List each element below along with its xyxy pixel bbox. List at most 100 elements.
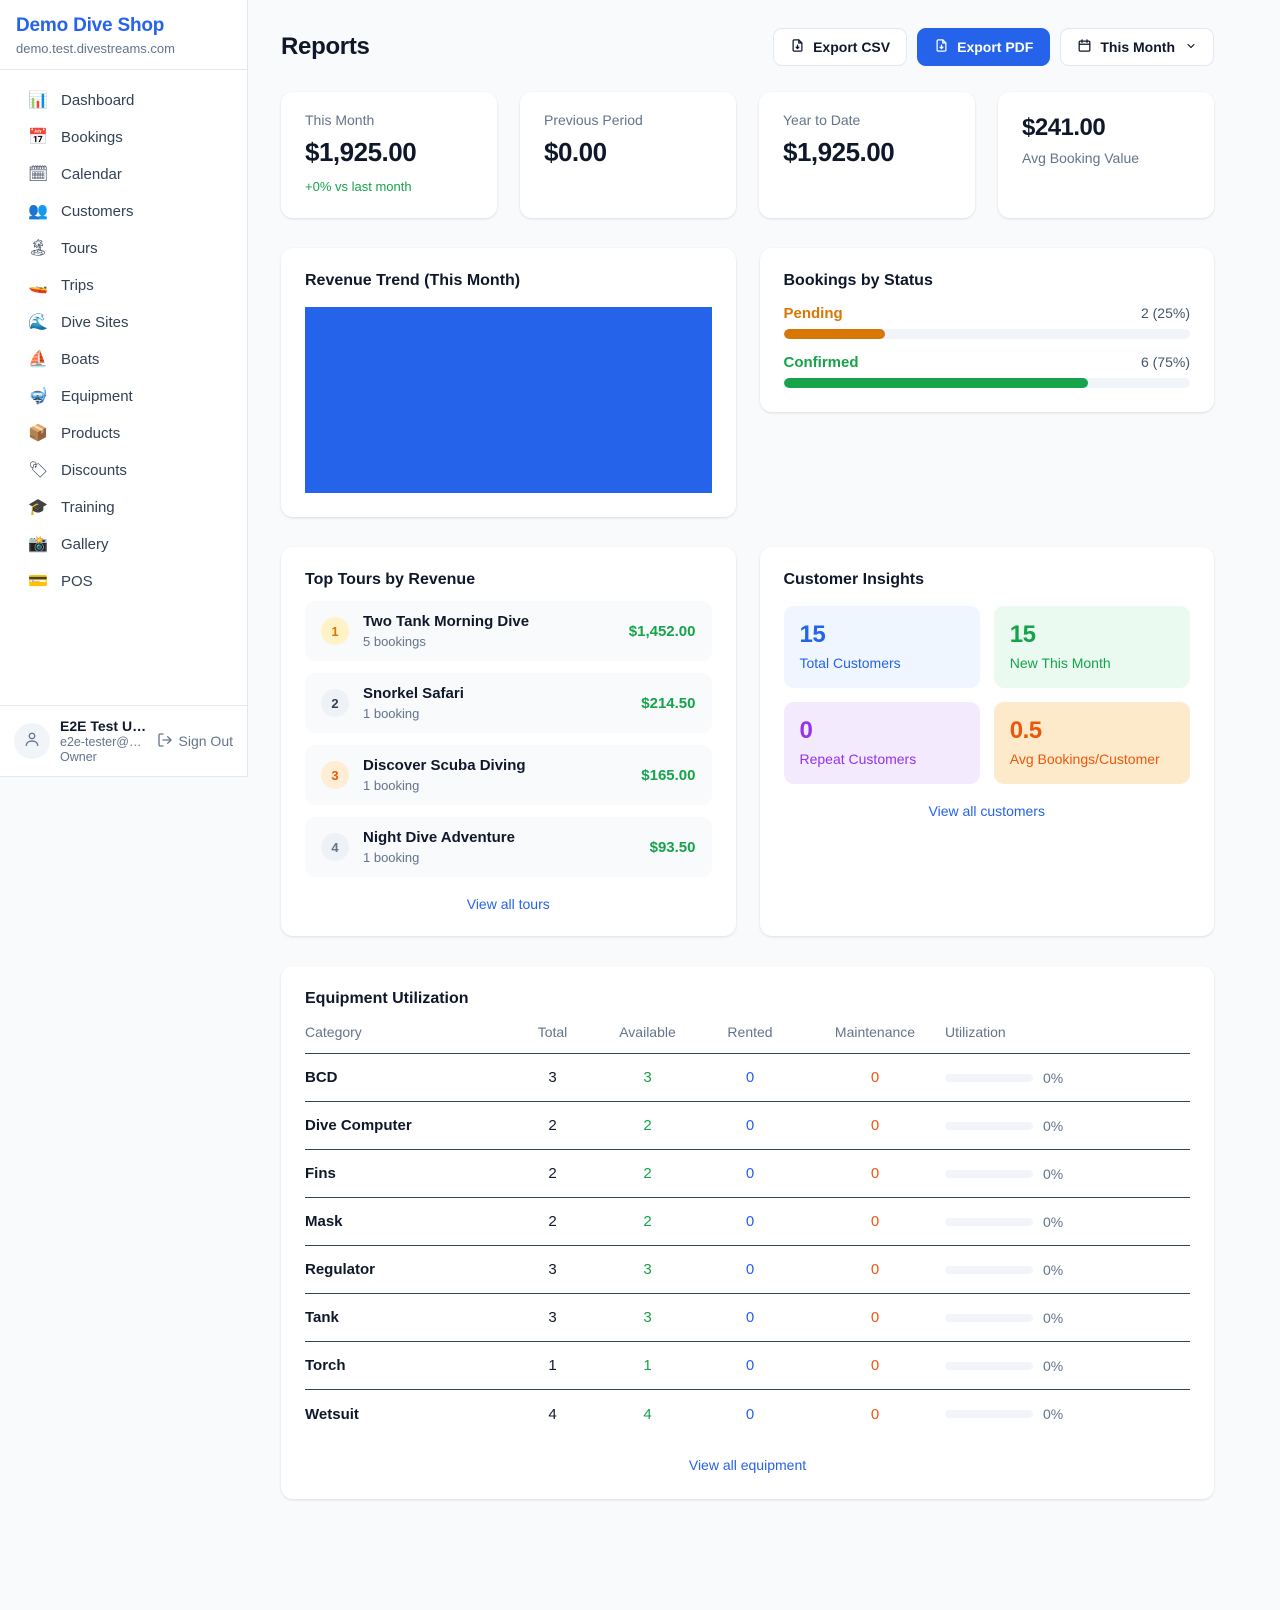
nav-item-label: POS	[61, 573, 93, 590]
nav-item[interactable]: 👥 Customers	[12, 193, 235, 230]
status-count: 6 (75%)	[1141, 354, 1190, 370]
insight-tiles: 15 Total Customers 15 New This Month 0 R…	[784, 606, 1191, 784]
utilization-percent: 0%	[1043, 1358, 1063, 1374]
export-pdf-button[interactable]: Export PDF	[917, 28, 1050, 66]
cell-rented: 0	[695, 1069, 805, 1086]
user-name: E2E Test U…	[60, 718, 146, 734]
nav-item[interactable]: 📅 Bookings	[12, 119, 235, 156]
insight-label: New This Month	[1010, 655, 1174, 671]
card-title: Top Tours by Revenue	[305, 571, 712, 589]
view-all-equipment-link[interactable]: View all equipment	[305, 1457, 1190, 1473]
tour-revenue: $93.50	[650, 839, 696, 856]
cell-rented: 0	[695, 1261, 805, 1278]
utilization-percent: 0%	[1043, 1118, 1063, 1134]
stat-cards: This Month $1,925.00 +0% vs last month P…	[281, 92, 1214, 218]
tour-row: 1 Two Tank Morning Dive 5 bookings $1,45…	[305, 601, 712, 661]
cell-total: 2	[505, 1213, 600, 1230]
cell-available: 1	[600, 1357, 695, 1374]
reports-page: Demo Dive Shop demo.test.divestreams.com…	[0, 0, 1280, 1610]
tour-row: 3 Discover Scuba Diving 1 booking $165.0…	[305, 745, 712, 805]
nav-item-icon: 📸	[28, 537, 48, 553]
tour-revenue: $214.50	[641, 695, 695, 712]
cell-category: Mask	[305, 1213, 505, 1230]
nav-item-label: Dashboard	[61, 92, 134, 109]
nav-item-label: Tours	[61, 240, 98, 257]
utilization-percent: 0%	[1043, 1262, 1063, 1278]
view-all-tours-link[interactable]: View all tours	[305, 896, 712, 912]
cell-maintenance: 0	[805, 1309, 945, 1326]
sidebar: Demo Dive Shop demo.test.divestreams.com…	[0, 0, 248, 777]
cell-maintenance: 0	[805, 1117, 945, 1134]
status-label: Confirmed	[784, 354, 859, 371]
nav-item[interactable]: ⛵ Boats	[12, 341, 235, 378]
insight-tile: 0 Repeat Customers	[784, 702, 980, 784]
cell-total: 2	[505, 1165, 600, 1182]
tour-bookings: 1 booking	[363, 706, 464, 721]
nav-item[interactable]: 📸 Gallery	[12, 526, 235, 563]
tour-bookings: 5 bookings	[363, 634, 529, 649]
tour-revenue: $1,452.00	[629, 623, 696, 640]
utilization-percent: 0%	[1043, 1214, 1063, 1230]
cell-available: 3	[600, 1069, 695, 1086]
cell-available: 2	[600, 1213, 695, 1230]
cell-total: 3	[505, 1309, 600, 1326]
utilization-percent: 0%	[1043, 1166, 1063, 1182]
cell-rented: 0	[695, 1117, 805, 1134]
status-progress-track	[784, 378, 1191, 388]
nav-item[interactable]: 🗓 Calendar	[12, 156, 235, 193]
nav-item[interactable]: 📦 Products	[12, 415, 235, 452]
cell-rented: 0	[695, 1406, 805, 1423]
stat-label: Year to Date	[783, 112, 951, 128]
brand-name: Demo Dive Shop	[16, 15, 231, 37]
sign-out-button[interactable]: Sign Out	[157, 732, 233, 751]
nav-item-label: Customers	[61, 203, 134, 220]
export-csv-button[interactable]: Export CSV	[773, 28, 907, 66]
export-csv-label: Export CSV	[813, 39, 890, 55]
nav-item[interactable]: 💳 POS	[12, 563, 235, 600]
stat-value: $1,925.00	[305, 137, 473, 168]
stat-value: $1,925.00	[783, 137, 951, 168]
tour-revenue: $165.00	[641, 767, 695, 784]
brand-domain: demo.test.divestreams.com	[16, 41, 231, 56]
period-dropdown[interactable]: This Month	[1060, 28, 1214, 66]
cell-maintenance: 0	[805, 1069, 945, 1086]
col-available: Available	[600, 1024, 695, 1040]
nav-item-icon: 💳	[28, 574, 48, 590]
tour-name: Discover Scuba Diving	[363, 757, 526, 774]
view-all-customers-link[interactable]: View all customers	[784, 803, 1191, 819]
rank-badge: 2	[321, 689, 349, 717]
nav-item[interactable]: 🌊 Dive Sites	[12, 304, 235, 341]
nav-item[interactable]: 🏝 Tours	[12, 230, 235, 267]
status-progress-fill	[784, 329, 886, 339]
status-row: Confirmed 6 (75%)	[784, 354, 1191, 388]
stat-label: This Month	[305, 112, 473, 128]
utilization-percent: 0%	[1043, 1310, 1063, 1326]
tour-list: 1 Two Tank Morning Dive 5 bookings $1,45…	[305, 601, 712, 877]
cell-category: Torch	[305, 1357, 505, 1374]
cell-category: Wetsuit	[305, 1406, 505, 1423]
cell-utilization: 0%	[945, 1262, 1190, 1278]
cell-available: 3	[600, 1261, 695, 1278]
user-icon	[23, 730, 41, 753]
insight-tile: 15 New This Month	[994, 606, 1190, 688]
status-row: Pending 2 (25%)	[784, 305, 1191, 339]
utilization-percent: 0%	[1043, 1070, 1063, 1086]
stat-label: Avg Booking Value	[1022, 150, 1190, 166]
nav-item-label: Trips	[61, 277, 94, 294]
table-row: Dive Computer 2 2 0 0 0%	[305, 1102, 1190, 1150]
nav-item[interactable]: 🎓 Training	[12, 489, 235, 526]
nav-item-label: Bookings	[61, 129, 123, 146]
col-rented: Rented	[695, 1024, 805, 1040]
status-progress-fill	[784, 378, 1089, 388]
nav-item-icon: 📊	[28, 93, 48, 109]
utilization-track	[945, 1362, 1033, 1370]
customer-insights-card: Customer Insights 15 Total Customers 15 …	[760, 547, 1215, 936]
nav-item[interactable]: 📊 Dashboard	[12, 82, 235, 119]
cell-available: 2	[600, 1117, 695, 1134]
equipment-utilization-card: Equipment Utilization Category Total Ava…	[281, 966, 1214, 1499]
nav-item[interactable]: 🤿 Equipment	[12, 378, 235, 415]
nav-item[interactable]: 🏷 Discounts	[12, 452, 235, 489]
nav-item-icon: 🗓	[28, 167, 48, 183]
utilization-track	[945, 1218, 1033, 1226]
nav-item[interactable]: 🚤 Trips	[12, 267, 235, 304]
